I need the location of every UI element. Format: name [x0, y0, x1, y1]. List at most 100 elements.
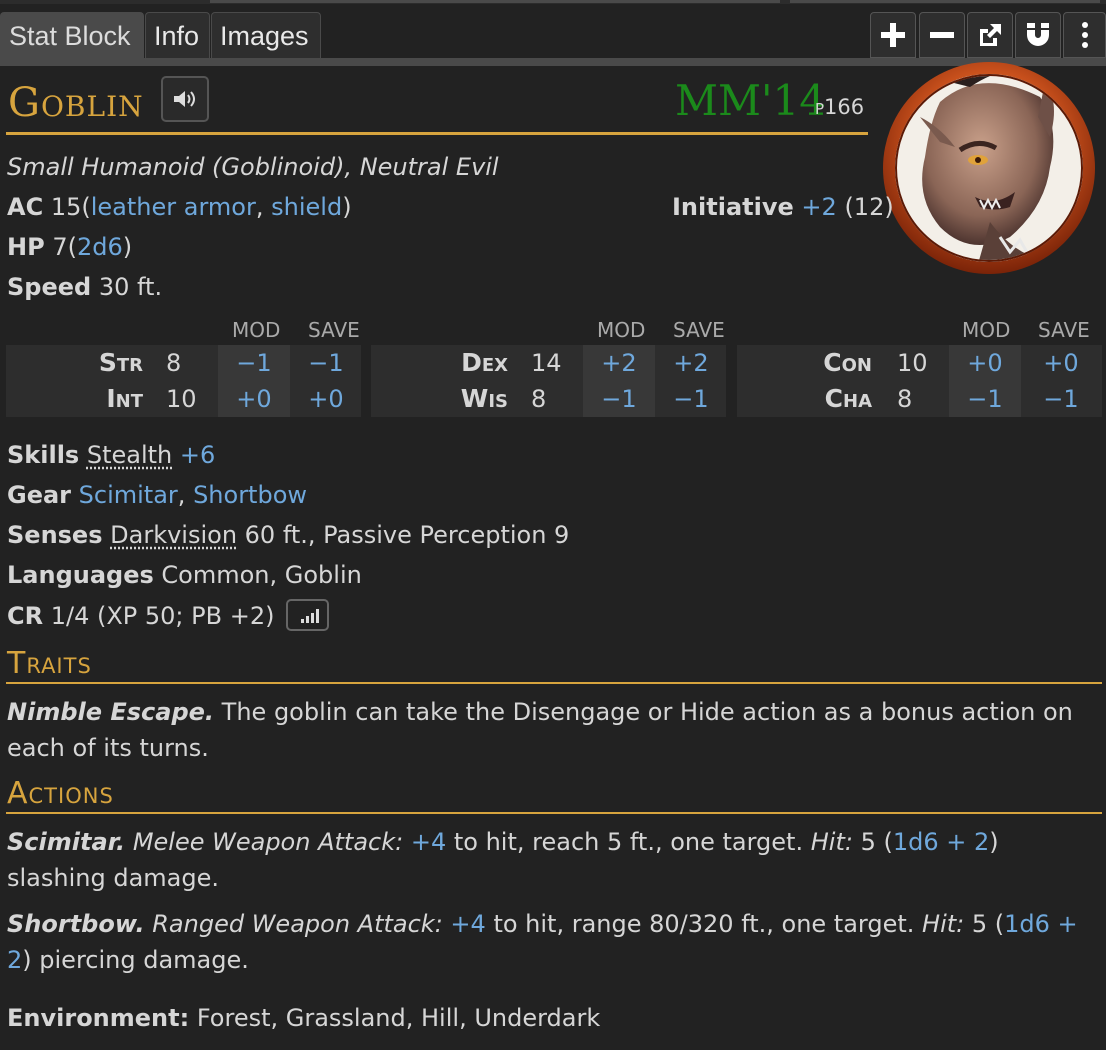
creature-token-image[interactable] [880, 62, 1098, 280]
hit-label: Hit: [922, 910, 965, 938]
ability-save-roll[interactable]: −1 [655, 381, 727, 417]
environment-label: Environment: [7, 1004, 190, 1032]
signal-bars-icon [301, 609, 320, 623]
action-entry-shortbow: Shortbow. Ranged Weapon Attack: +4 to hi… [7, 906, 1097, 978]
attack-type: Ranged Weapon Attack: [152, 910, 443, 938]
skills-line: Skills Stealth +6 [7, 441, 215, 469]
more-options-button[interactable] [1063, 12, 1106, 58]
ability-save-roll[interactable]: −1 [1021, 381, 1101, 417]
cr-value: 1/4 (XP 50; PB +2) [50, 602, 275, 630]
tab-info[interactable]: Info [145, 12, 210, 58]
pin-magnet-button[interactable] [1015, 12, 1061, 58]
attack-details: to hit, reach 5 ft., one target. [446, 828, 811, 856]
tab-images[interactable]: Images [211, 12, 321, 58]
ability-row-wis: Wis 8 −1 −1 [371, 381, 726, 417]
ability-score: 14 [531, 349, 562, 377]
ability-save-roll[interactable]: +0 [290, 381, 362, 417]
source-abbreviation[interactable]: MM'14 [675, 76, 826, 125]
creature-type-line: Small Humanoid (Goblinoid), Neutral Evil [7, 153, 499, 181]
ability-block-str-int: Str 8 −1 −1 Int 10 +0 +0 [6, 345, 361, 417]
initiative-passive: (12) [844, 193, 894, 221]
ability-name: Dex [461, 348, 508, 377]
hp-label: HP [7, 233, 45, 261]
ability-mod-roll[interactable]: −1 [583, 381, 655, 417]
initiative-roll[interactable]: +2 [801, 193, 836, 221]
skills-label: Skills [7, 441, 80, 469]
leather-armor-link[interactable]: leather armor [91, 193, 256, 221]
ability-mod-roll[interactable]: +0 [949, 345, 1021, 381]
languages-value: Common, Goblin [161, 561, 362, 589]
pronunciation-button[interactable] [161, 76, 209, 122]
damage-average: 5 ( [852, 828, 893, 856]
attack-details: to hit, range 80/320 ft., one target. [485, 910, 923, 938]
speed-label: Speed [7, 273, 92, 301]
hp-value: 7 [52, 233, 68, 261]
action-name: Shortbow. [7, 910, 145, 938]
mod-header: MOD [232, 318, 281, 342]
ac-paren-open: ( [81, 193, 91, 221]
ability-mod-roll[interactable]: −1 [949, 381, 1021, 417]
hit-points-line: HP 7(2d6) [7, 233, 132, 261]
actions-heading: Actions [7, 776, 114, 811]
ability-save-roll[interactable]: +2 [655, 345, 727, 381]
ability-score: 8 [531, 385, 547, 413]
window-top-strip [0, 0, 1106, 4]
ability-mod-roll[interactable]: +0 [218, 381, 290, 417]
ability-save-roll[interactable]: +0 [1021, 345, 1101, 381]
hp-dice-roll[interactable]: 2d6 [77, 233, 123, 261]
ac-value: 15 [50, 193, 82, 221]
trait-name: Nimble Escape. [7, 698, 215, 726]
popout-button[interactable] [967, 12, 1013, 58]
mod-header: MOD [962, 318, 1011, 342]
shield-link[interactable]: shield [271, 193, 342, 221]
damage-type: ) piercing damage. [22, 946, 249, 974]
ability-score: 10 [166, 385, 197, 413]
ability-score: 8 [897, 385, 913, 413]
tab-bar: Stat Block Info Images [0, 12, 1106, 58]
save-header: SAVE [1038, 318, 1090, 342]
ability-score: 10 [897, 349, 928, 377]
environment-line: Environment: Forest, Grassland, Hill, Un… [7, 1004, 600, 1032]
gear-separator: , [177, 481, 194, 509]
damage-average: 5 ( [964, 910, 1005, 938]
stealth-skill-link[interactable]: Stealth [87, 441, 172, 469]
ability-name: Int [106, 384, 143, 413]
collapse-button[interactable] [919, 12, 965, 58]
attack-roll[interactable]: +4 [411, 828, 446, 856]
damage-roll[interactable]: 1d6 + 2 [893, 828, 989, 856]
stealth-roll[interactable]: +6 [180, 441, 215, 469]
ability-save-roll[interactable]: −1 [290, 345, 362, 381]
ability-row-con: Con 10 +0 +0 [737, 345, 1102, 381]
ability-mod-roll[interactable]: −1 [218, 345, 290, 381]
cr-scaler-button[interactable] [286, 599, 330, 631]
scimitar-link[interactable]: Scimitar [79, 481, 178, 509]
attack-roll[interactable]: +4 [450, 910, 485, 938]
ability-row-int: Int 10 +0 +0 [6, 381, 361, 417]
expand-button[interactable] [870, 12, 916, 58]
kebab-menu-icon [1081, 22, 1088, 48]
shortbow-link[interactable]: Shortbow [193, 481, 307, 509]
languages-label: Languages [7, 561, 154, 589]
plus-icon [881, 23, 905, 47]
senses-line: Senses Darkvision 60 ft., Passive Percep… [7, 521, 569, 549]
hit-label: Hit: [810, 828, 853, 856]
initiative-line: Initiative +2 (12) [672, 193, 894, 221]
senses-label: Senses [7, 521, 103, 549]
actions-divider [6, 812, 1102, 814]
senses-value: 60 ft., Passive Perception 9 [237, 521, 570, 549]
armor-class-line: AC 15(leather armor, shield) [7, 193, 352, 221]
action-name: Scimitar. [7, 828, 126, 856]
gear-label: Gear [7, 481, 72, 509]
save-header: SAVE [308, 318, 360, 342]
ability-block-con-cha: Con 10 +0 +0 Cha 8 −1 −1 [737, 345, 1102, 417]
trait-entry: Nimble Escape. The goblin can take the D… [7, 694, 1097, 766]
ability-row-str: Str 8 −1 −1 [6, 345, 361, 381]
magnet-icon [1027, 23, 1049, 46]
ability-mod-roll[interactable]: +2 [583, 345, 655, 381]
minus-icon [930, 32, 954, 38]
ability-name: Cha [824, 384, 872, 413]
traits-divider [6, 682, 1102, 684]
tab-stat-block[interactable]: Stat Block [0, 12, 144, 58]
darkvision-link[interactable]: Darkvision [110, 521, 237, 549]
ac-label: AC [7, 193, 44, 221]
